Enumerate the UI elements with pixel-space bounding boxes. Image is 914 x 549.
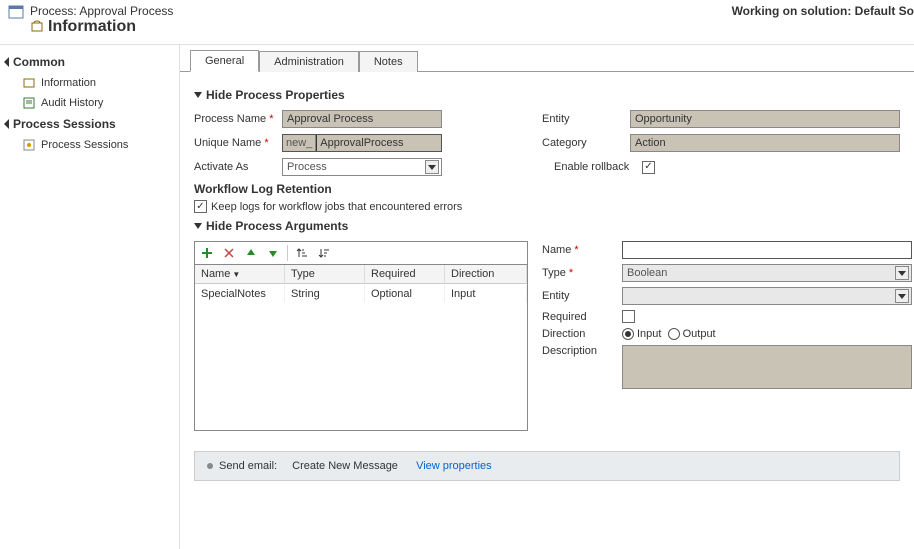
label-enable-rollback: Enable rollback [554,161,642,173]
workflow-steps-panel: Send email: Create New Message View prop… [194,451,900,481]
label-unique-name: Unique Name [194,137,282,149]
keep-logs-checkbox[interactable]: ✓ [194,200,207,213]
information-icon [22,76,36,90]
tab-administration[interactable]: Administration [259,51,359,72]
sidebar: Common Information Audit History Process… [0,45,180,549]
tab-strip: General Administration Notes [180,49,914,72]
add-argument-button[interactable] [199,245,215,261]
entity-field: Opportunity [630,110,900,128]
caret-down-icon [194,223,202,229]
process-icon [8,4,24,20]
section-toggle-properties[interactable]: Hide Process Properties [194,88,900,102]
move-up-button[interactable] [243,245,259,261]
sidebar-item-information[interactable]: Information [0,73,179,93]
audit-icon [22,96,36,110]
col-direction[interactable]: Direction [445,265,527,283]
col-name[interactable]: Name▼ [195,265,285,283]
keep-logs-label: Keep logs for workflow jobs that encount… [211,201,462,213]
section-toggle-arguments[interactable]: Hide Process Arguments [194,219,900,233]
window-header: Working on solution: Default So Process:… [0,0,914,45]
chevron-down-icon [895,266,909,280]
col-type[interactable]: Type [285,265,365,283]
label-arg-required: Required [542,311,622,323]
move-down-button[interactable] [265,245,281,261]
arguments-grid: Name▼ Type Required Direction SpecialNot… [194,241,528,431]
arg-description-textarea[interactable] [622,345,912,389]
sidebar-group-common[interactable]: Common [0,51,179,73]
enable-rollback-checkbox[interactable]: ✓ [642,161,655,174]
direction-output-label: Output [683,328,716,340]
sort-asc-button[interactable] [294,245,310,261]
label-arg-name: Name [542,244,622,256]
argument-details-form: Name Type Boolean Entity [542,241,912,431]
arguments-toolbar [195,242,527,265]
chevron-down-icon [895,289,909,303]
sort-desc-button[interactable] [316,245,332,261]
activate-as-select[interactable]: Process [282,158,442,176]
label-process-name: Process Name [194,113,282,125]
label-entity: Entity [542,113,630,125]
process-name-field[interactable]: Approval Process [282,110,442,128]
arg-type-select[interactable]: Boolean [622,264,912,282]
tab-general[interactable]: General [190,50,259,72]
view-properties-link[interactable]: View properties [416,460,492,472]
chevron-down-icon [425,160,439,174]
sidebar-group-process-sessions[interactable]: Process Sessions [0,113,179,135]
step-text: Create New Message [292,460,398,472]
step-bullet-icon [207,463,213,469]
label-activate-as: Activate As [194,161,282,173]
direction-input-label: Input [637,328,661,340]
direction-input-radio[interactable] [622,328,634,340]
step-prefix: Send email: [219,460,277,472]
arg-name-input[interactable] [622,241,912,259]
grid-row[interactable]: SpecialNotes String Optional Input [195,284,527,304]
label-arg-description: Description [542,345,622,357]
delete-argument-button[interactable] [221,245,237,261]
arg-required-checkbox[interactable] [622,310,635,323]
page-title: Information [30,18,906,36]
arg-entity-select[interactable] [622,287,912,305]
unique-name-field[interactable]: new_ ApprovalProcess [282,134,442,152]
workflow-step[interactable]: Send email: Create New Message View prop… [207,460,887,472]
label-arg-type: Type [542,267,622,279]
category-field: Action [630,134,900,152]
label-arg-entity: Entity [542,290,622,302]
direction-output-radio[interactable] [668,328,680,340]
sidebar-item-process-sessions[interactable]: Process Sessions [0,135,179,155]
grid-header: Name▼ Type Required Direction [195,265,527,284]
label-category: Category [542,137,630,149]
col-required[interactable]: Required [365,265,445,283]
information-icon [30,20,44,34]
workflow-log-retention-title: Workflow Log Retention [194,182,900,196]
main-panel: General Administration Notes Hide Proces… [180,45,914,549]
tab-notes[interactable]: Notes [359,51,418,72]
caret-down-icon [194,92,202,98]
label-arg-direction: Direction [542,328,622,340]
sessions-icon [22,138,36,152]
sidebar-item-audit-history[interactable]: Audit History [0,93,179,113]
solution-indicator: Working on solution: Default So [732,4,914,18]
